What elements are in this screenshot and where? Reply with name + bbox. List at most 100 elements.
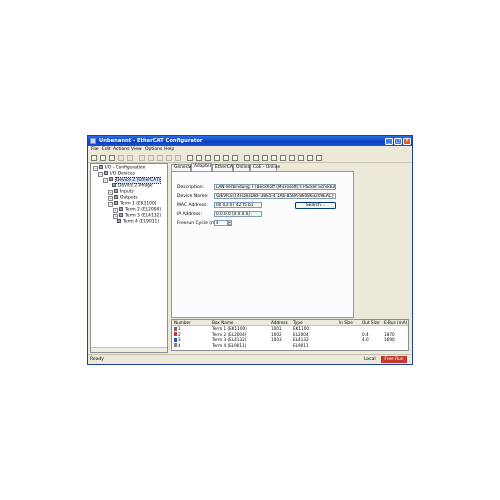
tab-ethercat[interactable]: EtherCAT [212,164,235,171]
undo-icon[interactable] [175,154,181,161]
status-local: Local [364,357,376,362]
expander-icon[interactable]: − [103,177,108,183]
search-button[interactable]: Search... [295,201,336,209]
terminal-icon [174,326,177,331]
refresh-icon[interactable] [271,154,277,161]
expander-icon[interactable]: − [98,171,103,177]
close-button[interactable]: × [403,137,411,145]
print-icon[interactable] [118,154,124,161]
menu-edit[interactable]: Edit [102,147,111,152]
save-icon[interactable] [109,154,115,161]
tab-coe-online[interactable]: CoE - Online [250,164,280,171]
settings-icon[interactable] [307,154,313,161]
expander-icon[interactable]: + [113,207,118,213]
tree-item-label: Term 1 (EK1100) [120,201,157,207]
device-icon [114,195,118,199]
box-list[interactable]: Number Box Name Address Type In Size Out Size… [171,319,409,351]
tab-general[interactable]: General [171,164,191,171]
device-tree[interactable]: − I/O - Configuration − I/O Devices − Device … [90,163,168,353]
column-header[interactable]: In Size [339,320,353,325]
cut-icon[interactable] [139,154,145,161]
column-header[interactable]: Number [174,320,191,325]
tree-item-label: I/O Devices [110,171,135,177]
cross-icon[interactable] [232,154,238,161]
terminal-icon [174,337,177,342]
menu-options[interactable]: Options [145,147,162,152]
tree-item-label: Term 2 (EL2004) [125,207,162,213]
scan-icon[interactable] [196,154,202,161]
description-field[interactable]: LAN-Verbindung 7 (Beckhoff (Microsoft)'s… [214,184,336,190]
menu-view[interactable]: View [131,147,142,152]
cell-type: EL2004 [293,331,309,337]
open-icon[interactable] [100,154,106,161]
device-icon [99,165,103,169]
hand-icon[interactable] [214,154,220,161]
cell-ebus: 1870 [384,331,395,337]
tree-item-label: Device 2-Image [118,183,153,189]
tree-horizontal-scrollbar[interactable] [91,347,167,352]
status-bar: Ready Local Free Run [88,354,412,365]
expander-icon[interactable]: − [108,201,113,207]
table-row[interactable]: 4 Term 4 (EL9011) EL9011 [172,343,408,348]
expander-icon[interactable]: + [108,189,113,195]
check-icon[interactable] [223,154,229,161]
cell-address: 1001 [271,326,282,331]
column-header[interactable]: E-Bus (mA) [384,320,407,325]
cell-number: 2 [178,331,181,337]
minimize-button[interactable]: _ [385,137,393,145]
window-title: Unbenannt - EtherCAT Configurator [99,137,203,144]
config-icon[interactable] [289,154,295,161]
expander-icon[interactable]: + [108,195,113,201]
tag-icon[interactable] [244,154,250,161]
device-icon [109,177,113,181]
expander-icon[interactable]: + [113,213,118,219]
delete-icon[interactable] [187,154,193,161]
device-icon [119,213,123,217]
table-row[interactable]: 2 Term 2 (EL2004) 1002 EL2004 0.4 1870 [172,332,408,337]
io-icon[interactable] [280,154,286,161]
expander-icon[interactable]: − [93,165,98,171]
cell-number: 3 [178,337,181,342]
tools-icon[interactable] [205,154,211,161]
column-header[interactable]: Box Name [212,320,233,325]
column-header[interactable]: Out Size [362,320,380,325]
device-icon [119,207,123,211]
tree-item-label: Term 4 (EL9011) [123,219,160,225]
menu-file[interactable]: File [91,147,99,152]
new-icon[interactable] [91,154,97,161]
freerun-spin-icon[interactable]: ▴ ▾ [228,220,232,226]
tab-online[interactable]: Online [233,164,250,171]
table-row[interactable]: 1 Term 1 (EK1100) 1001 EK1100 [172,326,408,331]
column-header[interactable]: Address [271,320,288,325]
menu-actions[interactable]: Actions [113,147,129,152]
title-bar[interactable]: Unbenannt - EtherCAT Configurator _ □ × [88,136,412,146]
device-icon [114,189,118,193]
tree-item[interactable]: Term 4 (EL9011) [113,219,159,225]
help-icon[interactable] [316,154,322,161]
tab-adapter[interactable]: Adapter [191,163,212,171]
run-icon[interactable] [298,154,304,161]
table-row[interactable]: 3 Term 3 (EL4132) 1003 EL4132 4.0 1690 [172,337,408,342]
maximize-button[interactable]: □ [394,137,402,145]
device-icon [104,171,108,175]
device-name-field[interactable]: \DEVICE\{4FD83DBF-3BE5-4 1A6-85BA-8E0863… [214,193,336,199]
menu-help[interactable]: Help [164,147,174,152]
expander-icon [113,220,116,223]
search-icon[interactable] [262,154,268,161]
terminal-icon [174,343,177,347]
paste-icon[interactable] [157,154,163,161]
ip-address-field[interactable]: 0.0.0.0 (0.0.0.0) [214,211,262,217]
mac-address-field[interactable]: 00 03 47 42 f5 b1 [214,202,262,208]
configurator-window: Unbenannt - EtherCAT Configurator _ □ × … [87,135,413,365]
terminal-icon [174,332,177,336]
status-ready: Ready [90,357,104,362]
key-icon[interactable] [253,154,259,161]
freerun-cycle-field[interactable]: 4 [214,220,228,226]
column-header[interactable]: Type [293,320,303,325]
tree-item-label: I/O - Configuration [105,165,146,171]
preview-icon[interactable] [127,154,133,161]
find-icon[interactable] [166,154,172,161]
copy-icon[interactable] [148,154,154,161]
cell-type: EL9011 [293,342,309,348]
cell-box-name: Term 3 (EL4132) [212,337,247,342]
